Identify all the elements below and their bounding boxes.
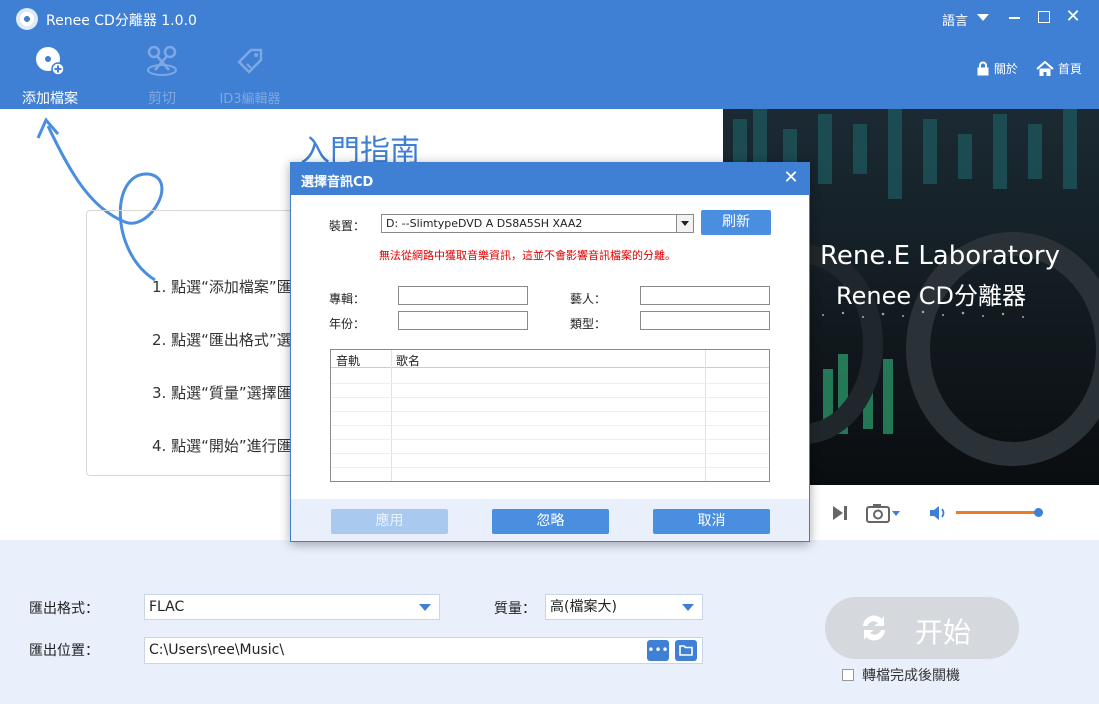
quality-value: 高(檔案大)	[550, 599, 617, 615]
ignore-button[interactable]: 忽略	[492, 509, 609, 534]
about-button[interactable]: 關於	[976, 60, 1018, 77]
track-list-header: 音軌 歌名	[331, 350, 769, 368]
language-menu[interactable]: 語言	[942, 10, 968, 29]
scissors-icon	[147, 45, 177, 76]
home-icon	[1036, 60, 1054, 76]
about-label: 關於	[993, 62, 1018, 76]
device-value: D: --SlimtypeDVD A DS8A5SH XAA2	[386, 217, 583, 230]
start-label: 开始	[915, 616, 972, 649]
column-header-title[interactable]: 歌名	[396, 352, 420, 369]
guide-step: 3. 點選“質量”選擇匯	[152, 384, 292, 402]
volume-icon[interactable]	[928, 504, 948, 522]
refresh-button[interactable]: 刷新	[701, 210, 771, 235]
chevron-down-icon	[419, 604, 431, 611]
volume-slider-track[interactable]	[956, 511, 1038, 514]
row-divider	[331, 425, 769, 426]
device-label: 裝置：	[329, 219, 366, 233]
location-label: 匯出位置：	[29, 643, 99, 659]
maximize-icon[interactable]	[1030, 4, 1056, 30]
minimize-icon[interactable]	[1002, 4, 1028, 30]
add-file-label: 添加檔案	[22, 91, 78, 107]
dialog-header: 選擇音訊CD ✕	[291, 163, 809, 195]
refresh-arrows-icon	[863, 615, 885, 641]
column-header-track[interactable]: 音軌	[336, 352, 360, 369]
row-divider	[331, 467, 769, 468]
guide-step: 4. 點選“開始”進行匯	[152, 437, 292, 455]
guide-step: 2. 點選“匯出格式”選	[152, 331, 292, 349]
cut-label: 剪切	[148, 91, 176, 107]
id3-editor-label: ID3編輯器	[219, 92, 281, 107]
format-value: FLAC	[149, 599, 185, 615]
title-toolbar: Renee CD分離器 1.0.0 語言 ✕ 添加檔案 剪切 ID3編輯器 關於…	[0, 0, 1099, 109]
snapshot-camera-icon[interactable]	[866, 503, 902, 523]
device-select[interactable]: D: --SlimtypeDVD A DS8A5SH XAA2	[381, 214, 694, 233]
dropdown-arrow-icon[interactable]	[676, 215, 693, 232]
open-folder-button[interactable]	[675, 640, 697, 661]
more-options-button[interactable]: •••	[647, 640, 669, 661]
album-label: 專輯：	[329, 292, 366, 306]
row-divider	[331, 439, 769, 440]
home-label: 首頁	[1057, 62, 1082, 76]
column-divider	[705, 350, 706, 481]
lock-icon	[977, 61, 989, 76]
genre-field[interactable]	[640, 311, 770, 330]
row-divider	[331, 383, 769, 384]
apply-button[interactable]: 應用	[331, 509, 448, 534]
year-label: 年份：	[329, 317, 366, 331]
chevron-down-icon	[682, 604, 694, 611]
year-field[interactable]	[398, 311, 528, 330]
column-divider	[391, 350, 392, 481]
close-icon[interactable]: ✕	[780, 167, 802, 188]
shutdown-label: 轉檔完成後關機	[862, 668, 960, 684]
format-select[interactable]: FLAC	[144, 594, 440, 620]
genre-label: 類型：	[570, 317, 607, 331]
cancel-button[interactable]: 取消	[653, 509, 770, 534]
media-caption-lab: Rene.E Laboratory	[820, 241, 1060, 271]
dialog-title: 選擇音訊CD	[301, 175, 374, 190]
app-logo-icon	[16, 8, 38, 30]
row-divider	[331, 397, 769, 398]
shutdown-checkbox[interactable]	[842, 669, 854, 681]
start-button[interactable]: 开始	[825, 597, 1019, 659]
select-audio-cd-dialog: 選擇音訊CD ✕ 裝置： D: --SlimtypeDVD A DS8A5SH …	[290, 162, 810, 542]
quality-label: 質量：	[494, 601, 536, 617]
volume-slider-handle[interactable]	[1034, 508, 1043, 517]
artist-label: 藝人：	[570, 292, 607, 306]
tag-edit-icon	[237, 48, 263, 74]
album-field[interactable]	[398, 286, 528, 305]
track-list-table[interactable]: 音軌 歌名	[330, 349, 770, 482]
home-button[interactable]: 首頁	[1036, 60, 1082, 77]
row-divider	[331, 411, 769, 412]
guide-step: 1. 點選“添加檔案”匯	[152, 278, 292, 296]
next-track-icon[interactable]	[831, 504, 849, 522]
row-divider	[331, 453, 769, 454]
close-window-icon[interactable]: ✕	[1060, 4, 1086, 30]
media-caption-product: Renee CD分離器	[836, 282, 1026, 310]
quality-select[interactable]: 高(檔案大)	[545, 594, 703, 620]
network-warning: 無法從網路中獲取音樂資訊，這並不會影響音訊檔案的分離。	[379, 249, 676, 262]
folder-icon	[679, 645, 693, 656]
app-title: Renee CD分離器 1.0.0	[46, 13, 197, 29]
add-disc-icon	[36, 47, 65, 76]
language-dropdown-icon[interactable]	[977, 14, 989, 21]
format-label: 匯出格式：	[29, 601, 99, 617]
output-path-field[interactable]: C:\Users\ree\Music\	[144, 637, 703, 664]
artist-field[interactable]	[640, 286, 770, 305]
